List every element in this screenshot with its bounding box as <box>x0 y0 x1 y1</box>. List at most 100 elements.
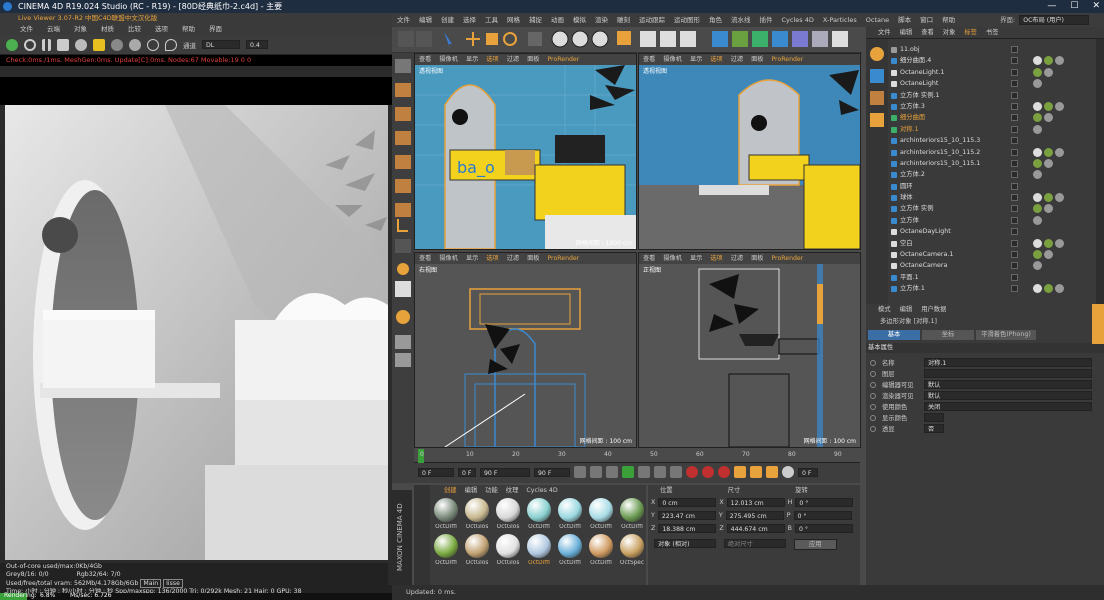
mat-menu-texture[interactable]: 纹理 <box>506 485 519 496</box>
vp-menu-prorender[interactable]: ProRender <box>547 253 579 264</box>
visibility-toggle[interactable] <box>1011 57 1018 65</box>
lock-axis-icon[interactable] <box>395 353 411 367</box>
coord-field-size[interactable]: 12.013 cm <box>726 498 785 507</box>
menu-item[interactable]: 运动图形 <box>674 13 700 27</box>
edges-mode-icon[interactable] <box>395 179 411 193</box>
lock-icon[interactable] <box>93 38 105 51</box>
vp-menu-filter[interactable]: 过滤 <box>731 54 743 65</box>
vp-menu-camera[interactable]: 摄像机 <box>439 253 458 264</box>
material-tag-icon[interactable] <box>1033 56 1042 66</box>
menu-item[interactable]: 工具 <box>485 13 498 27</box>
viewport-perspective[interactable]: 查看 摄像机 显示 选项 过滤 面板 ProRender ba_o 透视视图 网格间距 : … <box>414 53 637 250</box>
key-move-icon[interactable] <box>734 466 746 478</box>
next-frame-icon[interactable] <box>638 466 650 478</box>
lv-menu-file[interactable]: 文件 <box>20 24 33 35</box>
attr-field-value[interactable] <box>924 369 1092 378</box>
material-tag-icon[interactable] <box>1044 193 1053 203</box>
vp-menu-prorender[interactable]: ProRender <box>547 54 579 65</box>
object-row[interactable]: 空白 <box>888 238 1098 249</box>
octane-icon[interactable] <box>870 47 884 61</box>
viewport-front[interactable]: 查看 摄像机 显示 选项 过滤 面板 ProRender 正视图 网格间距 : 100 cm <box>638 252 861 448</box>
material-tag-icon[interactable] <box>1055 238 1064 248</box>
render-view[interactable] <box>5 105 388 560</box>
material-tag-icon[interactable] <box>1033 101 1042 111</box>
object-row[interactable]: 圆环 <box>888 181 1098 192</box>
visibility-toggle[interactable] <box>1011 205 1018 213</box>
vp-menu-panel[interactable]: 面板 <box>751 54 763 65</box>
material-tag-icon[interactable] <box>1044 158 1053 168</box>
coord-field-pos[interactable]: 18.388 cm <box>658 524 717 533</box>
visibility-toggle[interactable] <box>1011 102 1018 110</box>
stop-icon[interactable] <box>57 38 69 51</box>
pin-icon[interactable] <box>165 38 177 51</box>
viewport-canvas[interactable]: ba_o 透视视图 网格间距 : 1000 cm <box>415 65 636 249</box>
material-tag-icon[interactable] <box>1044 67 1053 77</box>
close-button[interactable]: ✕ <box>1092 0 1100 13</box>
anim-radio-icon[interactable] <box>870 392 876 399</box>
snap-icon[interactable] <box>397 263 409 275</box>
material-item[interactable]: OctDiffi <box>556 498 584 530</box>
object-row[interactable]: OctaneLight <box>888 78 1098 89</box>
vp-menu-filter[interactable]: 过滤 <box>507 54 519 65</box>
timeline-ruler[interactable]: 0 10 20 30 40 50 60 70 80 90 <box>414 449 860 463</box>
layout-select[interactable]: OC布局 (用户) <box>1019 15 1090 25</box>
tab-basic[interactable]: 基本 <box>868 330 920 340</box>
coord-field-rot[interactable]: 0 ° <box>793 511 852 520</box>
material-item[interactable]: OctGlos <box>463 498 491 530</box>
lv-menu-cloud[interactable]: 云端 <box>47 24 60 35</box>
pause-icon[interactable] <box>42 38 51 51</box>
visibility-toggle[interactable] <box>1011 216 1018 224</box>
material-tag-icon[interactable] <box>1055 284 1064 294</box>
vp-menu-display[interactable]: 显示 <box>466 54 478 65</box>
menu-item[interactable]: 脚本 <box>898 13 911 27</box>
deformer-icon[interactable] <box>792 31 808 47</box>
menu-item[interactable]: 窗口 <box>920 13 933 27</box>
vp-menu-options[interactable]: 选项 <box>486 54 498 65</box>
material-tag-icon[interactable] <box>1055 56 1064 66</box>
attr-menu-edit[interactable]: 编辑 <box>900 304 913 316</box>
material-tag-icon[interactable] <box>1033 147 1042 157</box>
vp-menu-panel[interactable]: 面板 <box>527 253 539 264</box>
play-back-icon[interactable] <box>606 466 618 478</box>
object-row[interactable]: 细分曲面.4 <box>888 55 1098 66</box>
material-tag-icon[interactable] <box>1044 250 1053 260</box>
render-start-icon[interactable] <box>6 38 18 51</box>
material-tag-icon[interactable] <box>1044 147 1053 157</box>
object-row[interactable]: OctaneLight.1 <box>888 67 1098 78</box>
vp-menu-prorender[interactable]: ProRender <box>771 253 803 264</box>
visibility-toggle[interactable] <box>1011 68 1018 76</box>
polygons-mode-icon[interactable] <box>395 203 411 217</box>
attr-field-value[interactable]: 默认 <box>924 391 1092 400</box>
anim-radio-icon[interactable] <box>870 414 876 421</box>
material-tag-icon[interactable] <box>1033 284 1042 294</box>
vp-menu-view[interactable]: 查看 <box>643 54 655 65</box>
coord-size-select[interactable]: 绝对尺寸 <box>724 539 786 548</box>
vp-menu-filter[interactable]: 过滤 <box>507 253 519 264</box>
attr-menu-mode[interactable]: 模式 <box>878 304 891 316</box>
obj-menu-tags[interactable]: 标签 <box>964 27 977 38</box>
material-ball-icon[interactable] <box>129 38 141 51</box>
menu-item[interactable]: 编辑 <box>419 13 432 27</box>
floor-icon[interactable] <box>812 31 828 47</box>
visibility-toggle[interactable] <box>1011 194 1018 202</box>
object-row[interactable]: 球体 <box>888 192 1098 203</box>
menu-item[interactable]: Cycles 4D <box>782 13 814 27</box>
material-tag-icon[interactable] <box>1044 101 1053 111</box>
obj-menu-bookmarks[interactable]: 书签 <box>986 27 999 38</box>
anim-radio-icon[interactable] <box>870 381 876 388</box>
nurbs-icon[interactable] <box>752 31 768 47</box>
key-rotate-icon[interactable] <box>766 466 778 478</box>
max-frame-field[interactable]: 90 F <box>534 467 570 477</box>
menu-item[interactable]: 捕捉 <box>529 13 542 27</box>
texture-mode-icon[interactable] <box>395 107 411 121</box>
coord-system-icon[interactable] <box>617 31 631 45</box>
vp-menu-camera[interactable]: 摄像机 <box>439 54 458 65</box>
material-item[interactable]: OctDiffi <box>432 534 460 566</box>
anim-radio-icon[interactable] <box>870 403 876 410</box>
minimize-button[interactable]: — <box>1047 0 1056 13</box>
attr-field-value[interactable]: 默认 <box>924 380 1092 389</box>
menu-item[interactable]: 运动跟踪 <box>639 13 665 27</box>
menu-item[interactable]: 文件 <box>397 13 410 27</box>
visibility-toggle[interactable] <box>1011 80 1018 88</box>
layer-icon[interactable] <box>395 335 411 349</box>
